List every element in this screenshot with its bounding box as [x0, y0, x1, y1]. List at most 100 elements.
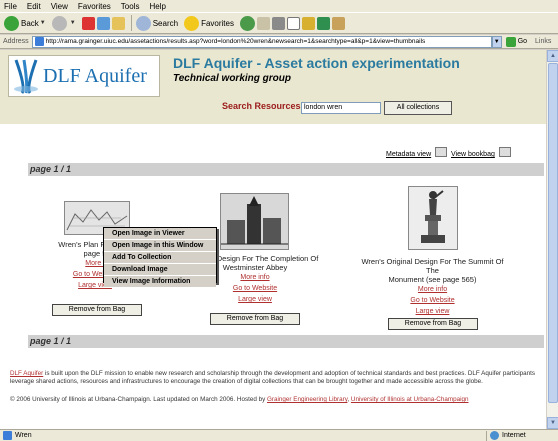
status-text: Wren: [15, 432, 32, 439]
search-label: Search: [152, 18, 179, 28]
mail-icon[interactable]: [256, 16, 270, 30]
security-zone: Internet: [486, 430, 558, 441]
menu-view[interactable]: View: [51, 2, 68, 11]
page-content: DLF Aquifer DLF Aquifer - Asset action e…: [0, 50, 546, 429]
search-input[interactable]: london wren: [301, 102, 381, 114]
monument-image: [409, 187, 457, 249]
menu-bar: File Edit View Favorites Tools Help: [0, 0, 558, 12]
refresh-icon[interactable]: [96, 16, 110, 30]
footer-gap: [10, 386, 540, 396]
search-resources-label: Search Resources: [222, 101, 301, 111]
copyright-text: © 2006 University of Illinois at Urbana-…: [10, 396, 266, 403]
menu-item-open-in-window[interactable]: Open Image in this Window: [104, 240, 216, 252]
aquifer-link[interactable]: DLF Aquifer: [10, 370, 43, 377]
item-title-line1: Wren's Original Design For The Summit Of…: [361, 257, 504, 275]
menu-item-open-in-viewer[interactable]: Open Image in Viewer: [104, 228, 216, 240]
university-link[interactable]: University of Illinois at Urbana-Champai…: [351, 396, 469, 403]
favorites-label: Favorites: [201, 18, 234, 28]
menu-item-view-image-info[interactable]: View Image Information: [104, 276, 216, 288]
large-view-link[interactable]: Large view: [185, 294, 325, 305]
toolbar-separator: [130, 15, 132, 31]
go-arrow-icon: [505, 36, 516, 47]
favorites-button[interactable]: Favorites: [184, 14, 234, 32]
page-title: DLF Aquifer - Asset action experimentati…: [173, 55, 460, 71]
print-icon[interactable]: [271, 16, 285, 30]
footer-copyright: © 2006 University of Illinois at Urbana-…: [10, 396, 540, 404]
item-thumbnail[interactable]: [408, 186, 458, 250]
research-icon[interactable]: [331, 16, 345, 30]
scroll-up-icon[interactable]: ▲: [547, 50, 558, 62]
aquifer-logo-icon: [14, 59, 38, 94]
pager-bottom: page 1 / 1: [28, 335, 544, 348]
item-title-line2: Monument (see page 565): [388, 275, 477, 284]
menu-edit[interactable]: Edit: [27, 2, 41, 11]
page-icon: [3, 431, 12, 440]
address-label: Address: [3, 38, 29, 45]
globe-icon: [490, 431, 499, 440]
links-label[interactable]: Links: [535, 38, 551, 45]
go-label: Go: [517, 38, 528, 45]
discuss-icon[interactable]: [301, 16, 315, 30]
page-icon: [34, 37, 44, 46]
scroll-down-icon[interactable]: ▼: [547, 417, 558, 429]
remove-from-bag-button[interactable]: Remove from Bag: [388, 318, 478, 330]
menu-file[interactable]: File: [4, 2, 17, 11]
back-button[interactable]: Back ▼: [4, 14, 46, 32]
scroll-thumb[interactable]: [548, 63, 558, 403]
large-view-link[interactable]: Large view: [355, 306, 510, 317]
edit-icon[interactable]: [286, 16, 300, 30]
chevron-down-icon: ▼: [69, 20, 76, 26]
menu-tools[interactable]: Tools: [121, 2, 140, 11]
go-to-website-link[interactable]: Go to Website: [355, 295, 510, 306]
item-thumbnail[interactable]: [220, 193, 289, 250]
home-icon[interactable]: [111, 16, 125, 30]
search-button[interactable]: Search: [135, 14, 179, 32]
messenger-icon[interactable]: [316, 16, 330, 30]
bookbag-icon[interactable]: [499, 147, 511, 157]
context-menu: Open Image in Viewer Open Image in this …: [103, 227, 217, 288]
address-url: http://rama.grainger.uiuc.edu/assetactio…: [45, 38, 426, 45]
metadata-view-link[interactable]: Metadata view: [386, 151, 431, 158]
remove-from-bag-button[interactable]: Remove from Bag: [210, 313, 300, 325]
menu-item-download-image[interactable]: Download Image: [104, 264, 216, 276]
forward-arrow-icon: [51, 15, 67, 31]
menu-item-add-to-collection[interactable]: Add To Collection: [104, 252, 216, 264]
chevron-down-icon: ▼: [39, 20, 46, 26]
status-bar: Wren Internet: [0, 429, 558, 441]
logo[interactable]: DLF Aquifer: [8, 55, 160, 97]
vertical-scrollbar[interactable]: ▲ ▼: [546, 50, 558, 429]
abbey-image: [221, 194, 288, 249]
remove-from-bag-button[interactable]: Remove from Bag: [52, 304, 142, 316]
footer-mission: DLF Aquifer is built upon the DLF missio…: [10, 370, 540, 386]
item-title: Wren's Original Design For The Summit Of…: [355, 257, 510, 284]
menu-help[interactable]: Help: [149, 2, 165, 11]
footer: DLF Aquifer is built upon the DLF missio…: [10, 370, 540, 404]
forward-button[interactable]: ▼: [51, 14, 76, 32]
zone-label: Internet: [502, 432, 526, 439]
page-subtitle: Technical working group: [173, 73, 291, 84]
back-label: Back: [21, 18, 39, 28]
address-bar: Address http://rama.grainger.uiuc.edu/as…: [0, 35, 558, 49]
star-icon: [184, 15, 200, 31]
footer-comma: ,: [347, 396, 350, 403]
mission-text: is built upon the DLF mission to enable …: [10, 370, 536, 385]
library-link[interactable]: Grainger Engineering Library: [267, 396, 347, 403]
toolbar: Back ▼ ▼ Search Favorites: [0, 12, 558, 34]
chevron-down-icon[interactable]: ▼: [491, 35, 502, 48]
go-button[interactable]: Go: [505, 36, 528, 47]
view-bookbag-link[interactable]: View bookbag: [451, 151, 495, 158]
stop-icon[interactable]: [81, 16, 95, 30]
search-icon: [135, 15, 151, 31]
menu-favorites[interactable]: Favorites: [78, 2, 111, 11]
site-header: DLF Aquifer DLF Aquifer - Asset action e…: [0, 50, 546, 124]
back-arrow-icon: [4, 15, 19, 31]
more-info-link[interactable]: More info: [355, 284, 510, 295]
history-icon[interactable]: [239, 15, 255, 31]
address-field[interactable]: http://rama.grainger.uiuc.edu/assetactio…: [31, 35, 492, 48]
logo-text: DLF Aquifer: [43, 64, 147, 87]
item-title-line2: Westminster Abbey: [222, 263, 288, 272]
all-collections-button[interactable]: All collections: [384, 101, 452, 115]
metadata-view-icon[interactable]: [435, 147, 447, 157]
list-item: Wren's Original Design For The Summit Of…: [355, 257, 510, 317]
pager-top: page 1 / 1: [28, 163, 544, 176]
